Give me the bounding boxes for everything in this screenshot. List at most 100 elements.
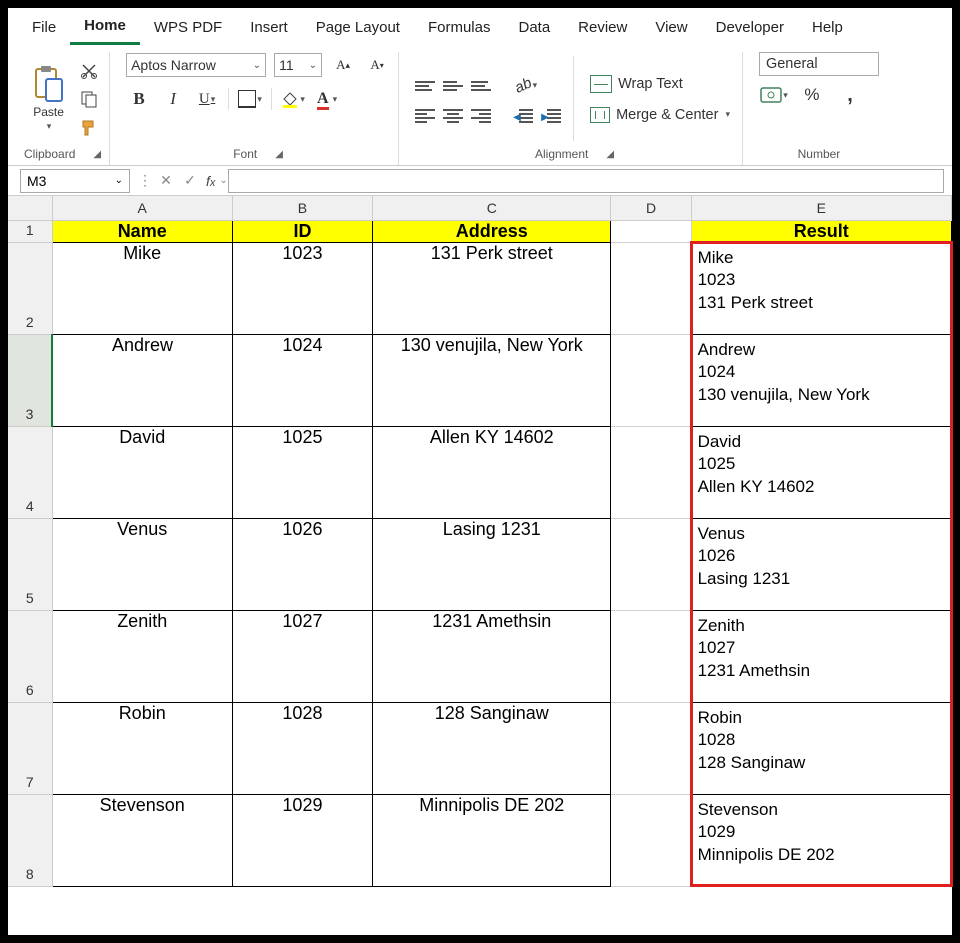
cell[interactable]: Venus: [52, 518, 232, 610]
header-id[interactable]: ID: [232, 220, 372, 242]
align-bottom-button[interactable]: [471, 81, 491, 91]
comma-format-button[interactable]: ,: [835, 84, 865, 106]
percent-format-button[interactable]: %: [797, 84, 827, 106]
wrap-text-button[interactable]: Wrap Text: [586, 73, 734, 95]
cell[interactable]: 1023: [232, 242, 372, 334]
fx-icon[interactable]: fx: [202, 173, 219, 189]
align-center-button[interactable]: [443, 109, 463, 123]
name-box[interactable]: M3 ⌄: [20, 169, 130, 193]
row-header[interactable]: 4: [8, 426, 52, 518]
increase-indent-button[interactable]: ▶: [541, 107, 561, 125]
dialog-launcher-icon[interactable]: ◢: [93, 149, 101, 160]
formula-input[interactable]: [228, 169, 944, 193]
row-header[interactable]: 5: [8, 518, 52, 610]
cell[interactable]: Allen KY 14602: [373, 426, 611, 518]
borders-button[interactable]: ▾: [237, 86, 263, 112]
enter-formula-button[interactable]: ✓: [178, 172, 202, 189]
cell[interactable]: [611, 334, 691, 426]
cell[interactable]: Stevenson: [52, 794, 232, 886]
cell[interactable]: Andrew: [52, 334, 232, 426]
menu-view[interactable]: View: [641, 11, 701, 44]
col-header-B[interactable]: B: [232, 196, 372, 220]
menu-review[interactable]: Review: [564, 11, 641, 44]
font-name-combo[interactable]: Aptos Narrow⌄: [126, 53, 266, 77]
col-header-E[interactable]: E: [691, 196, 951, 220]
font-color-button[interactable]: A▾: [314, 86, 340, 112]
cell[interactable]: Mike: [52, 242, 232, 334]
select-all-corner[interactable]: [8, 196, 52, 220]
copy-button[interactable]: [78, 88, 100, 110]
row-header[interactable]: 3: [8, 334, 52, 426]
header-name[interactable]: Name: [52, 220, 232, 242]
result-cell[interactable]: Zenith10271231 Amethsin: [691, 610, 951, 702]
menu-formulas[interactable]: Formulas: [414, 11, 505, 44]
cell[interactable]: 131 Perk street: [373, 242, 611, 334]
merge-center-button[interactable]: Merge & Center▾: [586, 105, 734, 125]
align-left-button[interactable]: [415, 109, 435, 123]
result-cell[interactable]: Venus1026Lasing 1231: [691, 518, 951, 610]
cancel-formula-button[interactable]: ✕: [154, 172, 178, 189]
italic-button[interactable]: I: [160, 86, 186, 112]
row-header[interactable]: 8: [8, 794, 52, 886]
cell[interactable]: [611, 794, 691, 886]
result-cell[interactable]: Mike1023131 Perk street: [691, 242, 951, 334]
cell[interactable]: 1024: [232, 334, 372, 426]
cell[interactable]: 130 venujila, New York: [373, 334, 611, 426]
increase-font-button[interactable]: A▴: [330, 52, 356, 78]
col-header-C[interactable]: C: [373, 196, 611, 220]
cell[interactable]: [611, 426, 691, 518]
worksheet[interactable]: ABCDE 1 Name ID Address Result 2Mike1023…: [8, 196, 952, 887]
cell[interactable]: David: [52, 426, 232, 518]
paste-button[interactable]: Paste ▾: [26, 63, 72, 134]
align-right-button[interactable]: [471, 109, 491, 123]
menu-developer[interactable]: Developer: [702, 11, 798, 44]
decrease-indent-button[interactable]: ◀: [513, 107, 533, 125]
result-cell[interactable]: Stevenson1029Minnipolis DE 202: [691, 794, 951, 886]
menu-file[interactable]: File: [18, 11, 70, 44]
orientation-button[interactable]: ab▾: [513, 73, 539, 99]
row-header[interactable]: 2: [8, 242, 52, 334]
menu-help[interactable]: Help: [798, 11, 857, 44]
cell[interactable]: [611, 242, 691, 334]
result-cell[interactable]: Robin1028128 Sanginaw: [691, 702, 951, 794]
header-result[interactable]: Result: [691, 220, 951, 242]
cell[interactable]: 1027: [232, 610, 372, 702]
cell[interactable]: [611, 610, 691, 702]
menu-page-layout[interactable]: Page Layout: [302, 11, 414, 44]
number-format-combo[interactable]: General: [759, 52, 879, 76]
cell[interactable]: 1026: [232, 518, 372, 610]
cell[interactable]: [611, 518, 691, 610]
cell[interactable]: Zenith: [52, 610, 232, 702]
cell[interactable]: [611, 220, 691, 242]
cell[interactable]: [611, 702, 691, 794]
col-header-D[interactable]: D: [611, 196, 691, 220]
menu-home[interactable]: Home: [70, 9, 140, 45]
menu-wps-pdf[interactable]: WPS PDF: [140, 11, 236, 44]
cell[interactable]: Minnipolis DE 202: [373, 794, 611, 886]
header-address[interactable]: Address: [373, 220, 611, 242]
format-painter-button[interactable]: [78, 116, 100, 138]
fill-color-button[interactable]: ▾: [280, 86, 306, 112]
align-middle-button[interactable]: [443, 81, 463, 91]
underline-button[interactable]: U▾: [194, 86, 220, 112]
row-header[interactable]: 1: [8, 220, 52, 242]
col-header-A[interactable]: A: [52, 196, 232, 220]
cell[interactable]: 1028: [232, 702, 372, 794]
row-header[interactable]: 6: [8, 610, 52, 702]
dialog-launcher-icon[interactable]: ◢: [606, 149, 614, 160]
cut-button[interactable]: [78, 60, 100, 82]
accounting-format-button[interactable]: ▾: [759, 84, 789, 106]
dialog-launcher-icon[interactable]: ◢: [275, 149, 283, 160]
align-top-button[interactable]: [415, 81, 435, 91]
font-size-combo[interactable]: 11⌄: [274, 53, 322, 77]
result-cell[interactable]: David1025Allen KY 14602: [691, 426, 951, 518]
row-header[interactable]: 7: [8, 702, 52, 794]
menu-data[interactable]: Data: [504, 11, 564, 44]
cell[interactable]: Robin: [52, 702, 232, 794]
bold-button[interactable]: B: [126, 86, 152, 112]
cell[interactable]: 1025: [232, 426, 372, 518]
cell[interactable]: Lasing 1231: [373, 518, 611, 610]
cell[interactable]: 1231 Amethsin: [373, 610, 611, 702]
cell[interactable]: 1029: [232, 794, 372, 886]
result-cell[interactable]: Andrew1024130 venujila, New York: [691, 334, 951, 426]
